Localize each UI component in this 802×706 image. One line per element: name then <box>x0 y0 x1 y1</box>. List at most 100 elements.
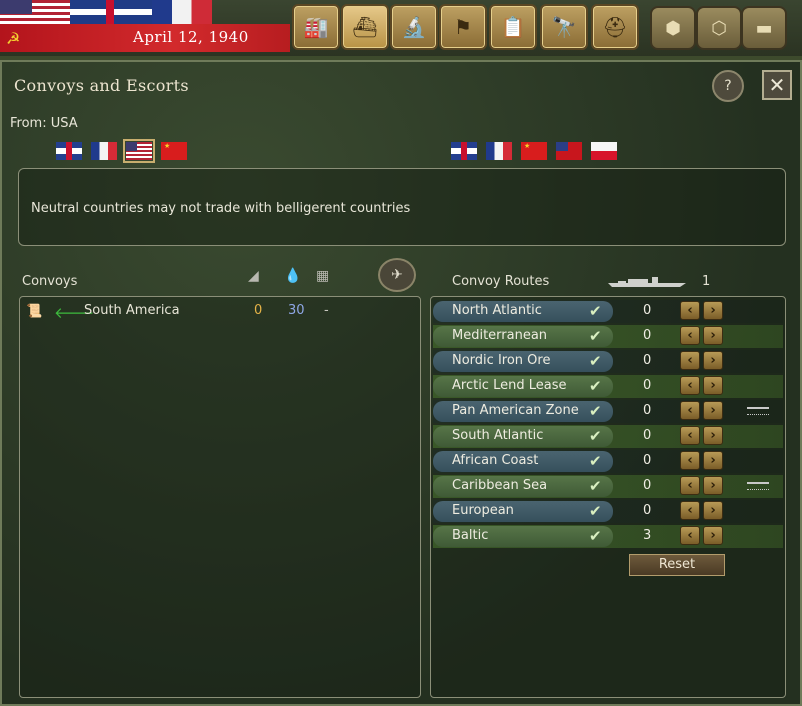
convoy-steel-value: 0 <box>254 303 263 318</box>
trade-message: Neutral countries may not trade with bel… <box>31 201 411 216</box>
dest-flag-poland[interactable] <box>591 142 617 160</box>
increase-button[interactable]: › <box>703 301 723 320</box>
route-value: 0 <box>643 328 652 343</box>
hammer-sickle-icon: ☭ <box>6 29 21 48</box>
decrease-button[interactable]: ‹ <box>680 526 700 545</box>
route-toggle[interactable]: Nordic Iron Ore ✔ <box>433 351 613 372</box>
help-button[interactable]: ? <box>712 70 744 102</box>
route-toggle[interactable]: Arctic Lend Lease ✔ <box>433 376 613 397</box>
route-value: 0 <box>643 303 652 318</box>
check-icon: ✔ <box>589 527 602 545</box>
chevron-left-icon: ‹ <box>687 503 693 518</box>
chevron-left-icon: ‹ <box>687 353 693 368</box>
route-row: South Atlantic ✔ 0 ‹ › <box>433 425 783 448</box>
convoys-icon: ⛴ <box>352 15 378 39</box>
dest-flag-france[interactable] <box>486 142 512 160</box>
convoy-row[interactable]: 📜 🡐 South America 0 30- <box>22 303 418 323</box>
research-tab[interactable]: 🔬 <box>390 4 438 50</box>
source-flag-france[interactable] <box>91 142 117 160</box>
route-toggle[interactable]: South Atlantic ✔ <box>433 426 613 447</box>
scroll-icon: 📜 <box>26 304 43 319</box>
source-flag-china[interactable] <box>161 142 187 160</box>
dest-flag-china[interactable] <box>521 142 547 160</box>
chevron-right-icon: › <box>710 503 716 518</box>
production-tab[interactable]: 🏭 <box>292 4 340 50</box>
ship-count: 1 <box>702 274 711 289</box>
route-row: North Atlantic ✔ 0 ‹ › <box>433 300 783 323</box>
decrease-button[interactable]: ‹ <box>680 301 700 320</box>
source-flag-usa[interactable] <box>123 139 155 163</box>
decrease-button[interactable]: ‹ <box>680 501 700 520</box>
chevron-right-icon: › <box>710 378 716 393</box>
route-row: Mediterranean ✔ 0 ‹ › <box>433 325 783 348</box>
current-date: April 12, 1940 <box>133 28 249 46</box>
ship-marker-icon <box>747 407 769 415</box>
decrease-button[interactable]: ‹ <box>680 376 700 395</box>
check-icon: ✔ <box>589 502 602 520</box>
route-value: 0 <box>643 503 652 518</box>
convoys-header: Convoys <box>22 274 78 289</box>
hex-single-button[interactable]: ⬢ <box>650 6 696 50</box>
increase-button[interactable]: › <box>703 501 723 520</box>
route-toggle[interactable]: Baltic ✔ <box>433 526 613 547</box>
hex-multi-icon: ⬡ <box>711 17 727 39</box>
decrease-button[interactable]: ‹ <box>680 451 700 470</box>
route-list: North Atlantic ✔ 0 ‹ › Mediterranean ✔ 0 ‹ › Nordi… <box>430 296 786 698</box>
chevron-right-icon: › <box>710 428 716 443</box>
chevron-left-icon: ‹ <box>687 453 693 468</box>
convoys-tab[interactable]: ⛴ <box>341 4 389 50</box>
route-value: 0 <box>643 353 652 368</box>
increase-button[interactable]: › <box>703 476 723 495</box>
dest-flag-canada[interactable] <box>556 142 582 160</box>
route-toggle[interactable]: Mediterranean ✔ <box>433 326 613 347</box>
dest-flag-uk[interactable] <box>451 142 477 160</box>
route-toggle[interactable]: European ✔ <box>433 501 613 522</box>
route-name: Baltic <box>452 528 489 543</box>
decrease-button[interactable]: ‹ <box>680 426 700 445</box>
chevron-right-icon: › <box>710 453 716 468</box>
escort-button[interactable]: ✈ <box>378 258 416 292</box>
increase-button[interactable]: › <box>703 451 723 470</box>
objectives-tab[interactable]: ⚑ <box>439 4 487 50</box>
decrease-button[interactable]: ‹ <box>680 401 700 420</box>
route-value: 0 <box>643 478 652 493</box>
steel-icon: ◢ <box>248 268 259 284</box>
check-icon: ✔ <box>589 377 602 395</box>
route-toggle[interactable]: North Atlantic ✔ <box>433 301 613 322</box>
convoy-list: 📜 🡐 South America 0 30- <box>19 296 421 698</box>
chevron-right-icon: › <box>710 303 716 318</box>
route-toggle[interactable]: Pan American Zone ✔ <box>433 401 613 422</box>
route-toggle[interactable]: African Coast ✔ <box>433 451 613 472</box>
usa-flag <box>0 0 70 24</box>
objectives-icon: ⚑ <box>454 15 472 39</box>
convoy-resource-value: - <box>324 303 329 318</box>
reset-button[interactable]: Reset <box>629 554 725 576</box>
route-name: European <box>452 503 514 518</box>
hex-multi-button[interactable]: ⬡ <box>696 6 742 50</box>
route-row: Baltic ✔ 3 ‹ › <box>433 525 783 548</box>
route-row: Pan American Zone ✔ 0 ‹ › <box>433 400 783 423</box>
check-icon: ✔ <box>589 352 602 370</box>
decrease-button[interactable]: ‹ <box>680 326 700 345</box>
route-toggle[interactable]: Caribbean Sea ✔ <box>433 476 613 497</box>
increase-button[interactable]: › <box>703 401 723 420</box>
chevron-left-icon: ‹ <box>687 478 693 493</box>
check-icon: ✔ <box>589 427 602 445</box>
increase-button[interactable]: › <box>703 426 723 445</box>
production-icon: 🏭 <box>303 15 329 39</box>
route-value: 3 <box>643 528 652 543</box>
source-flag-uk[interactable] <box>56 142 82 160</box>
intelligence-tab[interactable]: 🔭 <box>540 4 588 50</box>
increase-button[interactable]: › <box>703 376 723 395</box>
close-button[interactable]: ✕ <box>762 70 792 100</box>
chevron-left-icon: ‹ <box>687 378 693 393</box>
reports-tab[interactable]: 📋 <box>489 4 537 50</box>
increase-button[interactable]: › <box>703 326 723 345</box>
decrease-button[interactable]: ‹ <box>680 351 700 370</box>
increase-button[interactable]: › <box>703 351 723 370</box>
tank-button[interactable]: ▬ <box>741 6 787 50</box>
units-tab[interactable]: ⛑ <box>591 4 639 50</box>
check-icon: ✔ <box>589 452 602 470</box>
increase-button[interactable]: › <box>703 526 723 545</box>
decrease-button[interactable]: ‹ <box>680 476 700 495</box>
